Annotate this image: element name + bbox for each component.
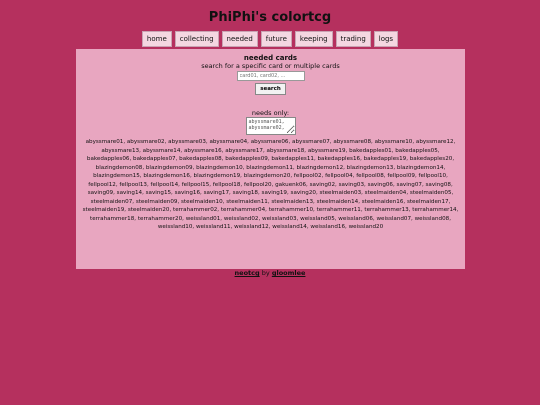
site-title: PhiPhi's colortcg (208, 10, 332, 25)
page-heading: needed cards (243, 54, 298, 62)
needed-card-list: abyssmare01, abyssmare02, abyssmare03, a… (82, 139, 459, 230)
content-panel: needed cards search for a specific card … (76, 49, 465, 269)
nav-trading[interactable]: trading (335, 31, 371, 47)
footer: neotcg by gloomlee (0, 269, 540, 277)
nav-needed[interactable]: needed (221, 31, 258, 47)
footer-link-gloomlee[interactable]: gloomlee (272, 269, 306, 277)
main-nav: home collecting needed future keeping tr… (0, 31, 540, 47)
nav-home[interactable]: home (141, 31, 172, 47)
needs-only-label: needs only: (251, 109, 290, 117)
search-input[interactable] (236, 71, 305, 81)
nav-future[interactable]: future (260, 31, 292, 47)
search-instruction: search for a specific card or multiple c… (201, 62, 340, 70)
search-button[interactable]: search (255, 83, 286, 95)
nav-logs[interactable]: logs (373, 31, 399, 47)
footer-link-neotcg[interactable]: neotcg (235, 269, 260, 277)
footer-by: by (261, 269, 270, 277)
needs-only-textarea[interactable]: abyssmare01, abyssmare02, (245, 117, 296, 135)
nav-collecting[interactable]: collecting (174, 31, 219, 47)
nav-keeping[interactable]: keeping (294, 31, 333, 47)
